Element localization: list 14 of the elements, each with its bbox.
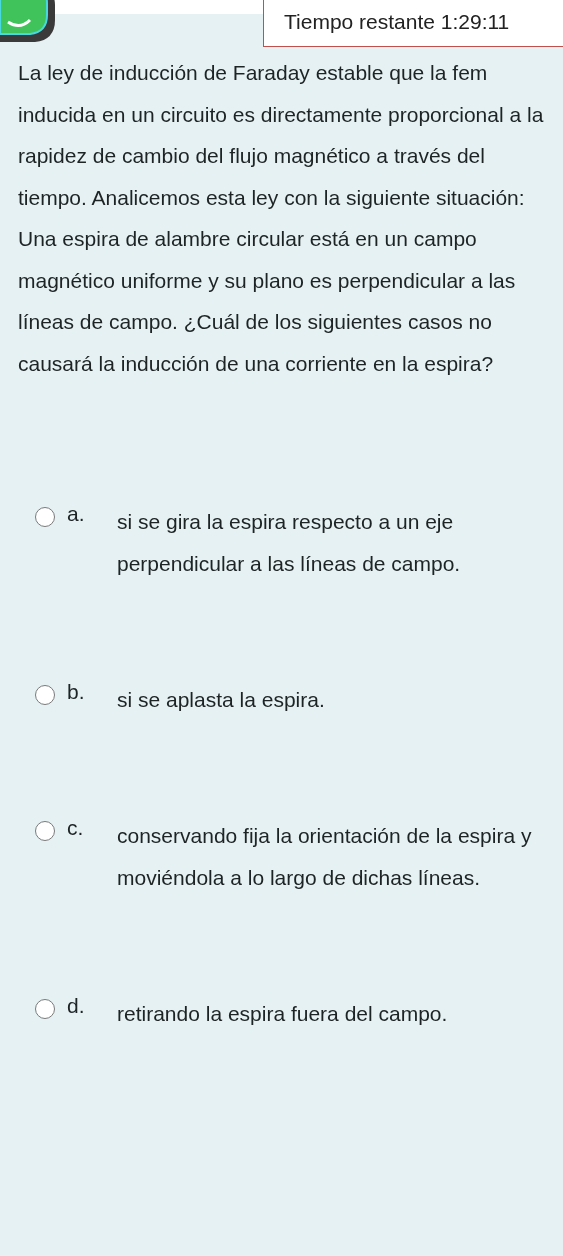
question-text: La ley de inducción de Faraday estable que la fem inducida en un circuito es directamente proporcional a la rapidez de cambio del flujo magnético a través del tiempo. Analicemos esta ley con la siguiente situación: Una espira de alambre circular está en un campo magnético uniforme y su plano es perpendicular a las líneas de campo. ¿Cuál de los siguientes casos no causará la inducción de una corriente en la espira?: [17, 60, 545, 377]
option-letter: c.: [66, 815, 85, 841]
option-letter: d.: [66, 993, 86, 1019]
option-text: si se aplasta la espira.: [117, 687, 326, 713]
option-text: conservando fija la orientación de la espira y moviéndola a lo largo de dichas líneas.: [117, 823, 533, 891]
option-letter: a.: [66, 501, 86, 527]
radio-button[interactable]: [35, 507, 55, 527]
timer-label: Tiempo restante 1:29:11: [263, 0, 563, 47]
radio-button[interactable]: [35, 999, 55, 1019]
option-text: si se gira la espira respecto a un eje perpendicular a las líneas de campo.: [117, 509, 462, 577]
radio-button[interactable]: [35, 685, 55, 705]
radio-button[interactable]: [35, 821, 55, 841]
option-letter: b.: [66, 679, 86, 705]
option-text: retirando la espira fuera del campo.: [117, 1001, 449, 1027]
